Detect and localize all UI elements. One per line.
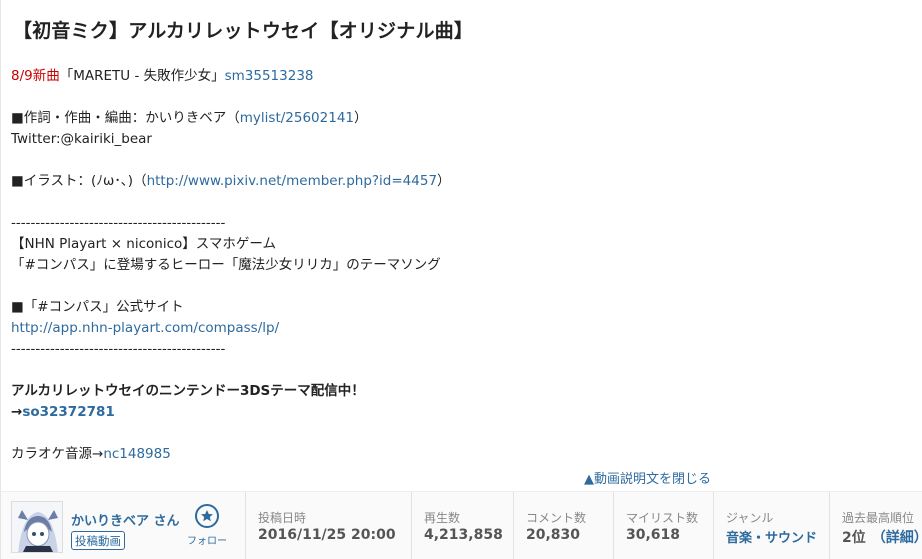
description-line: http://app.nhn-playart.com/compass/lp/	[11, 318, 891, 339]
uploader-videos-badge[interactable]: 投稿動画	[71, 531, 125, 550]
video-description: 8/9新曲「MARETU - 失敗作少女」sm35513238 ■作詞・作曲・編…	[11, 66, 891, 465]
arrow-text: →	[11, 404, 23, 420]
separator-line: ----------------------------------------…	[11, 215, 226, 231]
description-line: ■「#コンパス」公式サイト	[11, 299, 184, 315]
video-description-panel: 【初音ミク】アルカリレットウセイ【オリジナル曲】 8/9新曲「MARETU - …	[0, 0, 922, 559]
stat-rank: 過去最高順位 2位 （詳細）	[829, 492, 922, 559]
description-text: ）	[354, 110, 368, 126]
mylist-link[interactable]: mylist/25602141	[240, 110, 354, 126]
mylist-value: 30,618	[626, 527, 681, 543]
stat-genre: ジャンル 音楽・サウンド	[713, 492, 829, 559]
follow-button[interactable]: フォロー	[187, 504, 227, 552]
description-line: ■イラスト：(ﾉω･､)（http://www.pixiv.net/member…	[11, 171, 891, 192]
description-text: ■作詞・作曲・編曲：かいりきベア（	[11, 110, 240, 126]
comments-value: 20,830	[526, 527, 581, 543]
uploader-avatar[interactable]	[11, 501, 63, 553]
posted-value: 2016/11/25 20:00	[258, 527, 396, 543]
description-line: 「#コンパス」に登場するヒーロー「魔法少女リリカ」のテーマソング	[11, 257, 441, 273]
genre-value-link[interactable]: 音楽・サウンド	[726, 527, 817, 546]
karaoke-link[interactable]: nc148985	[103, 446, 171, 462]
description-line: ■作詞・作曲・編曲：かいりきベア（mylist/25602141）	[11, 108, 891, 129]
description-text: 「MARETU - 失敗作少女」	[59, 68, 225, 84]
avatar-illustration-icon	[12, 502, 62, 552]
uploader-name[interactable]: かいりきベア さん	[71, 510, 180, 529]
video-meta-footer: かいりきベア さん 投稿動画 フォロー 投稿日時 2016/11/25 20:0…	[1, 491, 922, 559]
description-text: カラオケ音源→	[11, 446, 104, 462]
new-song-label: 8/9新曲	[11, 68, 60, 84]
pixiv-link[interactable]: http://www.pixiv.net/member.php?id=4457	[147, 173, 437, 189]
description-line: 【NHN Playart × niconico】スマホゲーム	[11, 236, 276, 252]
description-text: ）	[437, 173, 451, 189]
views-label: 再生数	[424, 511, 461, 525]
description-text: ■イラスト：(ﾉω･､)（	[11, 173, 147, 189]
description-line: カラオケ音源→nc148985	[11, 444, 891, 465]
star-icon	[195, 504, 219, 528]
stat-posted: 投稿日時 2016/11/25 20:00	[245, 492, 415, 559]
stat-comments: コメント数 20,830	[513, 492, 613, 559]
stat-views: 再生数 4,213,858	[411, 492, 513, 559]
close-description-link[interactable]: ▲動画説明文を閉じる	[584, 468, 711, 487]
rank-detail-link[interactable]: （詳細）	[872, 530, 922, 546]
compass-site-link[interactable]: http://app.nhn-playart.com/compass/lp/	[11, 320, 279, 336]
video-link[interactable]: sm35513238	[225, 68, 314, 84]
stat-mylist: マイリスト数 30,618	[613, 492, 713, 559]
posted-label: 投稿日時	[258, 511, 307, 525]
description-line: アルカリレットウセイのニンテンドー3DSテーマ配信中！	[11, 383, 365, 399]
rank-label: 過去最高順位	[842, 511, 915, 525]
description-line: →so32372781	[11, 402, 891, 423]
description-line: 8/9新曲「MARETU - 失敗作少女」sm35513238	[11, 66, 891, 87]
separator-line: ----------------------------------------…	[11, 341, 226, 357]
views-value: 4,213,858	[424, 527, 503, 543]
comments-label: コメント数	[526, 511, 587, 525]
follow-label: フォロー	[187, 536, 227, 547]
genre-label: ジャンル	[726, 511, 774, 525]
description-line: Twitter:@kairiki_bear	[11, 131, 152, 147]
rank-number: 2位	[842, 530, 866, 546]
rank-value: 2位 （詳細）	[842, 527, 922, 547]
mylist-label: マイリスト数	[626, 511, 699, 525]
theme-link[interactable]: so32372781	[22, 404, 114, 420]
video-title: 【初音ミク】アルカリレットウセイ【オリジナル曲】	[13, 20, 474, 42]
